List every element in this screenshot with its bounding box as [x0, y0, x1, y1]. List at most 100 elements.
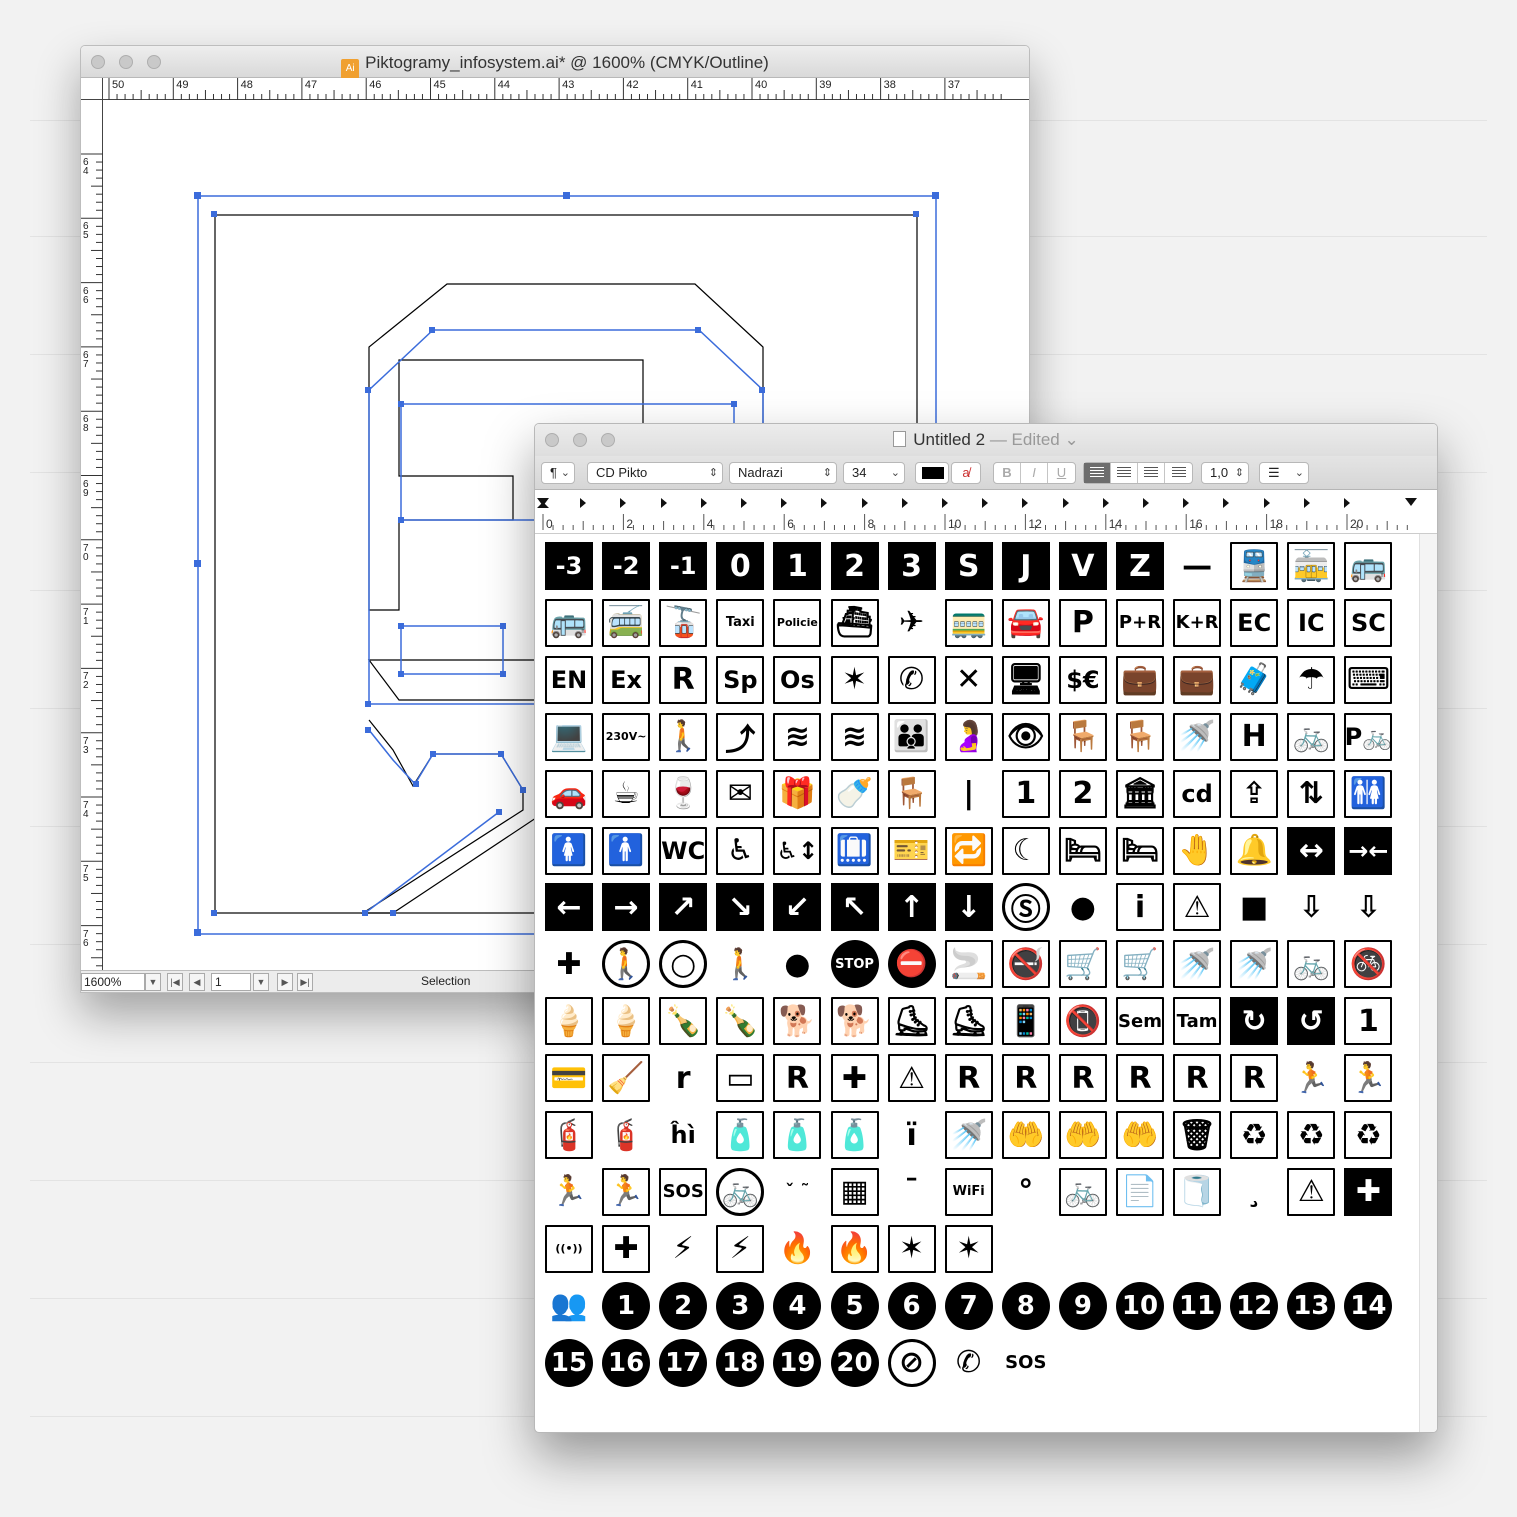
tab-stop-marker[interactable] — [861, 498, 868, 508]
list-style-popup[interactable]: ☰ ⌄ — [1259, 462, 1309, 484]
font-size-combo[interactable]: 34 ⌄ — [843, 462, 905, 484]
ruler-label: 47 — [304, 79, 318, 91]
pictogram-glyph: ✕ — [944, 655, 993, 704]
text-color-well[interactable] — [915, 462, 949, 484]
zoom-dropdown-icon[interactable]: ▼ — [145, 973, 161, 991]
tab-stop-marker[interactable] — [1143, 498, 1149, 508]
tab-stop-marker[interactable] — [901, 498, 908, 508]
ruler-corner[interactable] — [81, 78, 103, 100]
pictogram-glyph: 🚎 — [602, 598, 651, 647]
paragraph-style-popup[interactable]: ¶ ⌄ — [541, 462, 575, 484]
tab-stop-marker[interactable] — [660, 498, 667, 508]
tab-stop-marker[interactable] — [1223, 498, 1230, 508]
pictogram-glyph: 👪 — [887, 712, 936, 761]
highlight-color-well[interactable]: a̸ — [951, 462, 981, 484]
previous-page-icon[interactable]: ◀ — [189, 973, 205, 991]
text-ruler[interactable]: 0 2 4 6 8 10 12 14 16 18 20 — [535, 490, 1437, 534]
tab-stop-marker[interactable] — [1263, 498, 1270, 508]
tab-stop-marker[interactable] — [1062, 498, 1069, 508]
tab-stop-marker[interactable] — [620, 498, 627, 508]
pictogram-glyph: 💻 — [545, 712, 593, 761]
ruler-label: 4 — [706, 517, 714, 531]
pictogram-glyph: 🚳 — [1344, 940, 1393, 989]
pictogram-glyph: ← — [545, 883, 593, 932]
pictogram-glyph: 4 — [773, 1281, 822, 1330]
pictogram-glyph: STOP — [830, 940, 879, 989]
pictogram-glyph: SC — [1344, 598, 1393, 647]
pictogram-glyph: 🧴 — [773, 1111, 822, 1159]
page-dropdown-icon[interactable]: ▼ — [253, 973, 269, 991]
ruler-label: 16 — [1189, 517, 1203, 531]
vertical-scrollbar[interactable] — [1419, 534, 1437, 1432]
ruler-label: 66 — [83, 285, 89, 306]
align-center-button[interactable] — [1111, 463, 1138, 483]
tab-stop-marker[interactable] — [1183, 498, 1190, 508]
font-family-popup[interactable]: CD Pikto ⇕ — [587, 462, 723, 484]
pictogram-glyph: ⇩ — [1355, 889, 1381, 925]
font-style-popup[interactable]: Nadrazi ⇕ — [729, 462, 837, 484]
align-left-button[interactable] — [1084, 463, 1111, 483]
tab-stop-marker[interactable] — [741, 498, 747, 508]
tab-stop-marker[interactable] — [580, 498, 587, 508]
pictogram-glyph: 🚶 — [721, 946, 759, 982]
tab-stop-marker[interactable] — [1344, 498, 1350, 508]
pictogram-glyph: V — [1058, 542, 1107, 590]
pictogram-glyph: R — [773, 1054, 822, 1103]
align-right-button[interactable] — [1138, 463, 1165, 483]
pictogram-glyph: 0 — [716, 542, 765, 590]
pictogram-glyph: 🍦 — [545, 997, 593, 1046]
zoom-level-field[interactable]: 1600% — [81, 973, 145, 991]
pictogram-glyph: ⛔ — [887, 940, 936, 989]
pictogram-glyph: ¯ — [904, 1174, 920, 1210]
tab-stop-marker[interactable] — [1102, 498, 1109, 508]
page-number-field[interactable]: 1 — [211, 973, 251, 991]
te-titlebar[interactable]: Untitled 2 — Edited ⌄ — [535, 424, 1437, 456]
ruler-label: 73 — [83, 735, 89, 756]
pictogram-glyph: 🧻 — [1173, 1167, 1222, 1216]
ai-titlebar[interactable]: Ai Piktogramy_infosystem.ai* @ 1600% (CMY… — [81, 46, 1029, 79]
first-page-icon[interactable]: |◀ — [167, 973, 183, 991]
justify-button[interactable] — [1165, 463, 1192, 483]
pictogram-glyph: R — [1173, 1054, 1222, 1103]
current-tool-label[interactable]: Selection — [421, 974, 470, 988]
tab-stop-marker[interactable] — [1022, 498, 1029, 508]
line-spacing-popup[interactable]: 1,0 ⇕ — [1201, 462, 1249, 484]
italic-button[interactable]: I — [1021, 463, 1048, 483]
tab-stop-marker[interactable] — [1303, 498, 1310, 508]
no-highlight-icon: a̸ — [962, 465, 970, 480]
align-right-icon — [1144, 467, 1158, 478]
ruler-label: 38 — [883, 79, 896, 91]
pictogram-glyph: WC — [659, 826, 708, 875]
pictogram-glyph: 🍾 — [659, 997, 708, 1046]
pictogram-glyph: ⛸ — [887, 997, 936, 1046]
pictogram-glyph: 🚶 — [659, 712, 708, 761]
pictogram-glyph: EN — [545, 655, 593, 704]
pictogram-glyph: 🧴 — [830, 1111, 879, 1159]
underline-button[interactable]: U — [1048, 463, 1075, 483]
tab-stop-marker[interactable] — [942, 498, 948, 508]
pictogram-glyph: 6 — [887, 1281, 936, 1330]
tab-stop-marker[interactable] — [821, 498, 828, 508]
pictogram-glyph: → — [602, 883, 651, 932]
vertical-ruler[interactable]: 64 65 66 67 68 69 70 71 72 73 74 75 76 — [81, 100, 103, 972]
horizontal-ruler[interactable]: 50 49 48 47 46 45 44 43 42 41 40 39 38 37 — [103, 78, 1029, 100]
tab-stop-marker[interactable] — [781, 498, 788, 508]
pictogram-glyph: 📵 — [1058, 997, 1107, 1046]
tab-stop-marker[interactable] — [700, 498, 707, 508]
tab-stop-marker[interactable] — [982, 498, 989, 508]
pictogram-glyph: ↖ — [830, 883, 879, 932]
pictogram-glyph: 🏃 — [1344, 1054, 1393, 1103]
pictogram-glyph: 🧳 — [1230, 655, 1279, 704]
ruler-label: 18 — [1269, 517, 1283, 531]
te-window-title[interactable]: Untitled 2 — Edited ⌄ — [535, 430, 1437, 450]
bold-button[interactable]: B — [994, 463, 1021, 483]
pictogram-glyph: 🧹 — [602, 1054, 651, 1103]
pictogram-glyph: ⚠ — [1173, 883, 1222, 932]
last-page-icon[interactable]: ▶| — [297, 973, 313, 991]
ruler-label: 12 — [1028, 517, 1042, 531]
pictogram-glyph: 🐕 — [773, 997, 822, 1046]
text-document-area[interactable]: -3 -2 -1 0 1 2 3 S J V Z — 🚆 🚋 🚌 🚌 🚎 🚡 Taxi Policie ⛴ ✈ 🚃 🚘 P P+R… — [535, 534, 1419, 1414]
next-page-icon[interactable]: ▶ — [277, 973, 293, 991]
pictogram-glyph: ≋ — [773, 712, 822, 761]
pictogram-glyph: ☕ — [602, 769, 651, 818]
